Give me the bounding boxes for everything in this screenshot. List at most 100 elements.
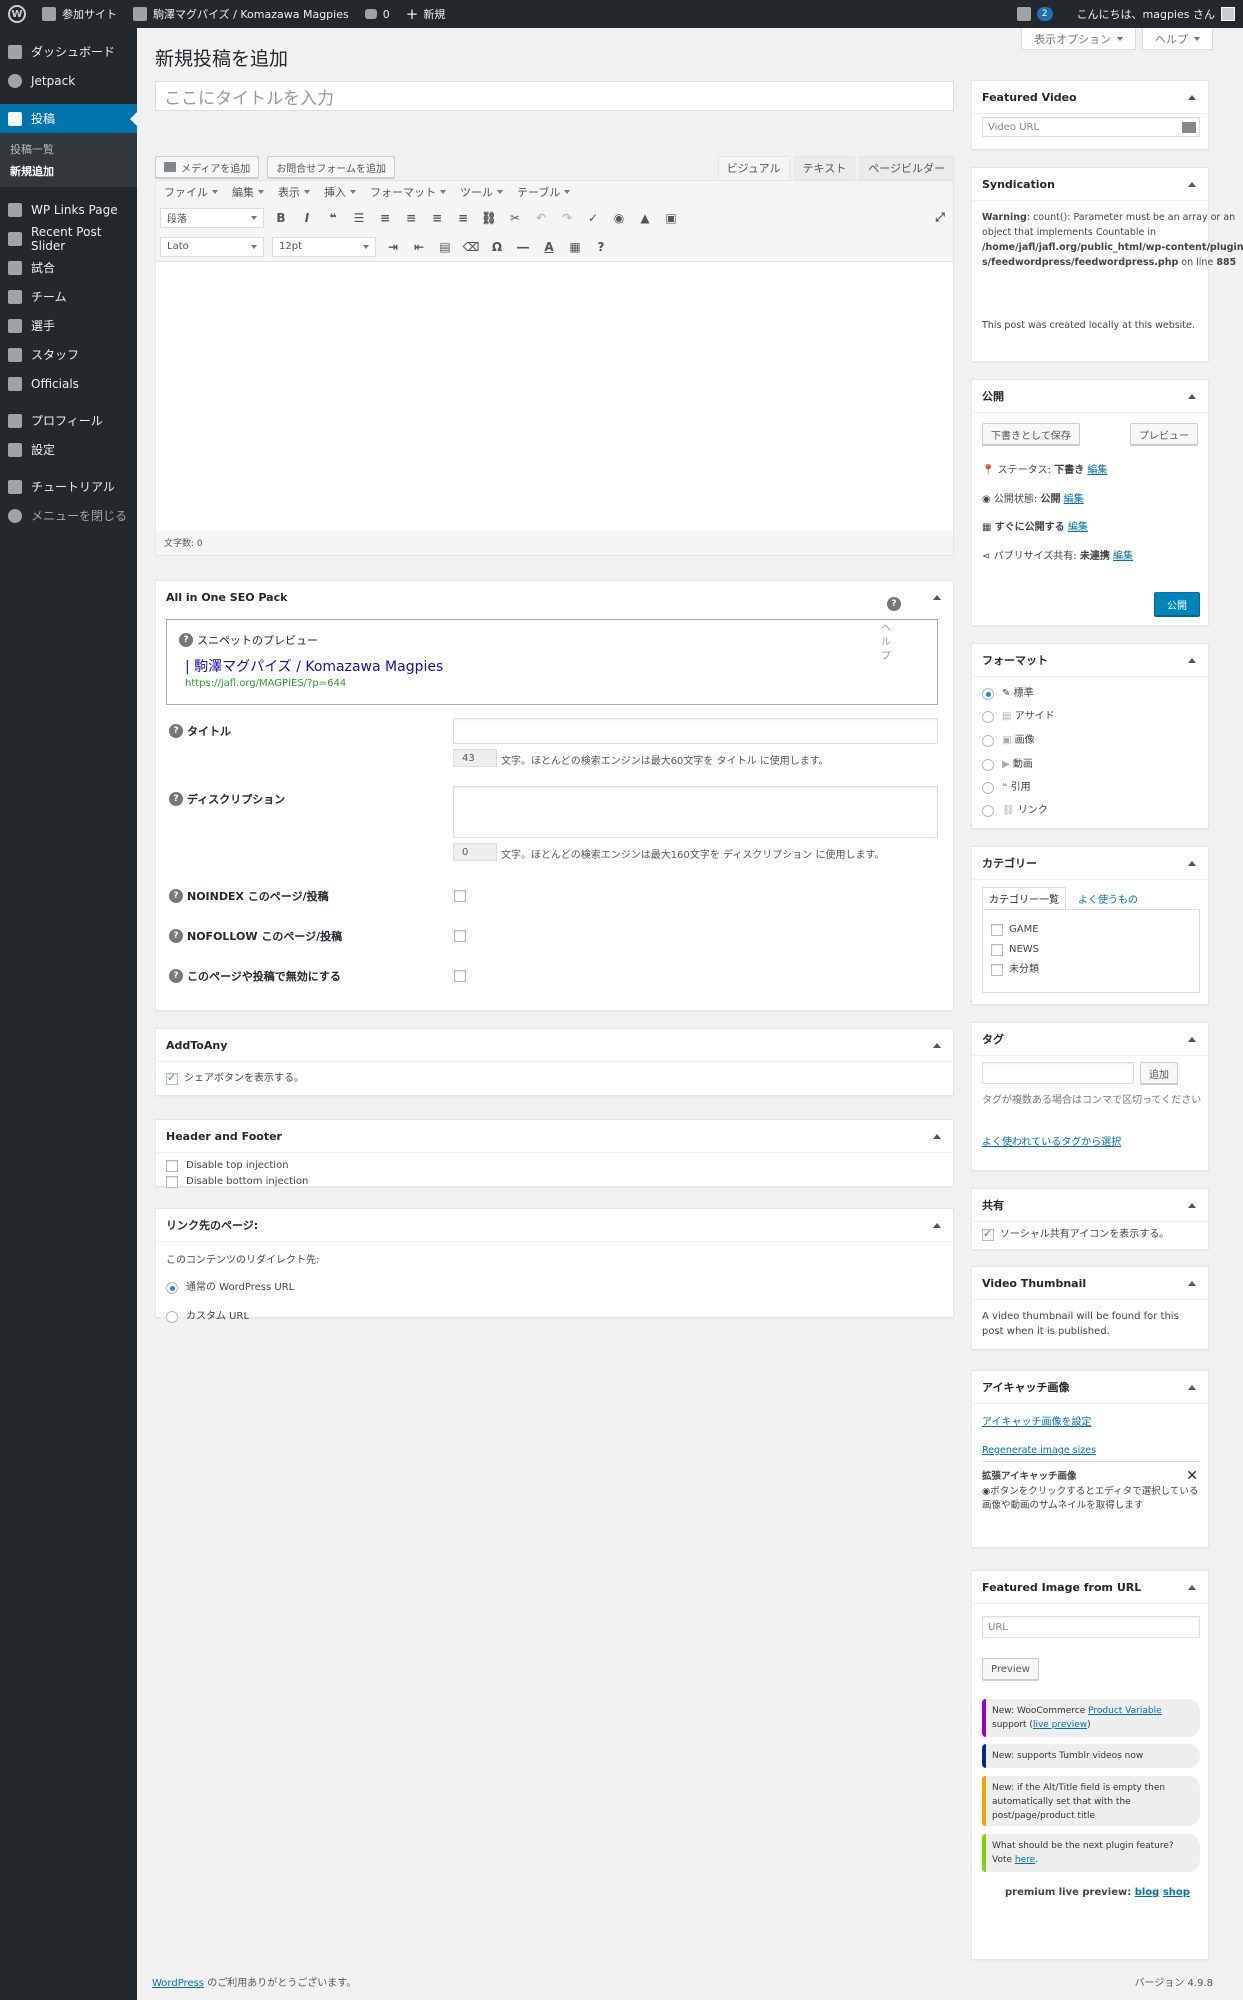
- format-quote-radio[interactable]: [982, 782, 994, 794]
- addtoany-header[interactable]: AddToAny: [156, 1029, 953, 1062]
- toggle-arrow-icon[interactable]: [1188, 1037, 1196, 1042]
- tab-all-categories[interactable]: カテゴリー一覧: [982, 887, 1066, 909]
- publish-header[interactable]: 公開: [972, 380, 1208, 413]
- unlink-icon[interactable]: ✂: [506, 209, 524, 227]
- sidebar-item-matches[interactable]: 試合: [0, 253, 137, 282]
- disable-top-injection-checkbox[interactable]: [166, 1160, 178, 1172]
- table-icon[interactable]: ▦: [566, 238, 584, 256]
- tab-page-builder[interactable]: ページビルダー: [859, 156, 954, 180]
- collapse-menu-button[interactable]: メニューを閉じる: [0, 501, 137, 530]
- redirect-default-radio[interactable]: [166, 1282, 178, 1294]
- indent-icon[interactable]: ⇥: [384, 238, 402, 256]
- image-url-preview-button[interactable]: Preview: [982, 1658, 1039, 1680]
- outdent-icon[interactable]: ⇤: [410, 238, 428, 256]
- my-account-menu[interactable]: こんにちは、magpies さん: [1069, 0, 1243, 28]
- syndication-header[interactable]: Syndication: [972, 168, 1208, 201]
- toggle-arrow-icon[interactable]: [933, 1223, 941, 1228]
- site-name-menu[interactable]: 駒澤マグパイズ / Komazawa Magpies: [125, 0, 357, 28]
- blog-link[interactable]: blog: [1135, 1887, 1160, 1898]
- category-checkbox[interactable]: [991, 944, 1003, 956]
- nofollow-checkbox[interactable]: [454, 930, 466, 942]
- menu-table[interactable]: テーブル: [517, 184, 571, 200]
- help-icon[interactable]: ?: [169, 792, 183, 806]
- blockquote-icon[interactable]: ❝: [324, 209, 342, 227]
- close-icon[interactable]: ✕: [1186, 1468, 1198, 1484]
- sidebar-item-players[interactable]: 選手: [0, 311, 137, 340]
- toggle-arrow-icon[interactable]: [1188, 182, 1196, 187]
- link-page-header[interactable]: リンク先のページ:: [156, 1209, 953, 1242]
- seo-title-input[interactable]: [453, 718, 938, 744]
- help-icon[interactable]: ?: [169, 724, 183, 738]
- featured-image-header[interactable]: アイキャッチ画像: [972, 1371, 1208, 1404]
- help-icon[interactable]: ?: [179, 633, 193, 647]
- format-standard-radio[interactable]: [982, 688, 994, 700]
- shortcode-icon[interactable]: ▣: [662, 209, 680, 227]
- format-video-radio[interactable]: [982, 759, 994, 771]
- add-media-button[interactable]: メディアを追加: [155, 156, 260, 178]
- italic-icon[interactable]: I: [298, 209, 316, 227]
- edit-publicize-link[interactable]: 編集: [1113, 551, 1133, 562]
- screen-options-button[interactable]: 表示オプション: [1021, 28, 1136, 50]
- text-color-icon[interactable]: A: [540, 238, 558, 256]
- format-header[interactable]: フォーマット: [972, 644, 1208, 677]
- menu-format[interactable]: フォーマット: [370, 184, 446, 200]
- tags-header[interactable]: タグ: [972, 1023, 1208, 1056]
- redo-icon[interactable]: ↷: [558, 209, 576, 227]
- seo-description-textarea[interactable]: [453, 786, 938, 838]
- edit-visibility-link[interactable]: 編集: [1064, 494, 1084, 505]
- tab-text[interactable]: テキスト: [793, 156, 856, 180]
- tab-visual[interactable]: ビジュアル: [717, 156, 790, 180]
- help-icon[interactable]: ?: [169, 889, 183, 903]
- sidebar-item-wp-links-page[interactable]: WP Links Page: [0, 195, 137, 224]
- disable-bottom-injection-checkbox[interactable]: [166, 1176, 178, 1188]
- video-thumbnail-header[interactable]: Video Thumbnail: [972, 1267, 1208, 1300]
- insert-link-icon[interactable]: ⛓: [480, 209, 498, 227]
- social-sharing-checkbox[interactable]: [982, 1227, 994, 1241]
- help-icon[interactable]: ?: [887, 597, 901, 611]
- preview-button[interactable]: プレビュー: [1130, 423, 1198, 445]
- disable-seo-checkbox[interactable]: [454, 970, 466, 982]
- paragraph-format-select[interactable]: 段落: [160, 207, 264, 228]
- post-title-input[interactable]: ここにタイトルを入力: [155, 81, 954, 111]
- my-sites-menu[interactable]: 参加サイト: [34, 0, 125, 28]
- toggle-arrow-icon[interactable]: [1188, 1203, 1196, 1208]
- toggle-arrow-icon[interactable]: [1188, 394, 1196, 399]
- fullscreen-icon[interactable]: ⤢: [931, 209, 949, 227]
- submenu-all-posts[interactable]: 投稿一覧: [0, 139, 137, 161]
- shop-link[interactable]: shop: [1163, 1887, 1190, 1898]
- spellcheck-icon[interactable]: ✓: [584, 209, 602, 227]
- new-content-menu[interactable]: + 新規: [398, 0, 454, 28]
- format-aside-radio[interactable]: [982, 711, 994, 723]
- sidebar-item-profile[interactable]: プロフィール: [0, 406, 137, 435]
- clear-format-icon[interactable]: ⌫: [462, 238, 480, 256]
- toggle-arrow-icon[interactable]: [1188, 1281, 1196, 1286]
- format-link-radio[interactable]: [982, 805, 994, 817]
- redirect-custom-radio[interactable]: [166, 1311, 178, 1323]
- font-size-select[interactable]: 12pt: [272, 236, 376, 257]
- video-url-input[interactable]: Video URL: [982, 117, 1200, 137]
- sidebar-item-jetpack[interactable]: Jetpack: [0, 66, 137, 95]
- sharing-header[interactable]: 共有: [972, 1189, 1208, 1222]
- save-draft-button[interactable]: 下書きとして保存: [982, 423, 1080, 445]
- help-icon[interactable]: ?: [169, 969, 183, 983]
- undo-icon[interactable]: ↶: [532, 209, 550, 227]
- preview-eye-icon[interactable]: ◉: [610, 209, 628, 227]
- comments-menu[interactable]: 0: [357, 0, 398, 28]
- header-footer-header[interactable]: Header and Footer: [156, 1120, 953, 1153]
- sidebar-item-dashboard[interactable]: ダッシュボード: [0, 37, 137, 66]
- toggle-arrow-icon[interactable]: [1188, 95, 1196, 100]
- sidebar-item-officials[interactable]: Officials: [0, 369, 137, 398]
- tag-input[interactable]: [982, 1062, 1134, 1084]
- categories-header[interactable]: カテゴリー: [972, 847, 1208, 880]
- help-icon[interactable]: ?: [169, 929, 183, 943]
- menu-insert[interactable]: 挿入: [324, 184, 356, 200]
- media-picker-icon[interactable]: [1182, 121, 1196, 133]
- toggle-arrow-icon[interactable]: [933, 1134, 941, 1139]
- toggle-arrow-icon[interactable]: [1188, 1585, 1196, 1590]
- toggle-arrow-icon[interactable]: [1188, 658, 1196, 663]
- regenerate-image-sizes-link[interactable]: Regenerate image sizes: [982, 1443, 1096, 1458]
- toggle-arrow-icon[interactable]: [1188, 861, 1196, 866]
- toggle-arrow-icon[interactable]: [933, 1043, 941, 1048]
- add-contact-form-button[interactable]: お問合せフォームを追加: [267, 156, 396, 178]
- notifications-menu[interactable]: 2: [1009, 0, 1069, 28]
